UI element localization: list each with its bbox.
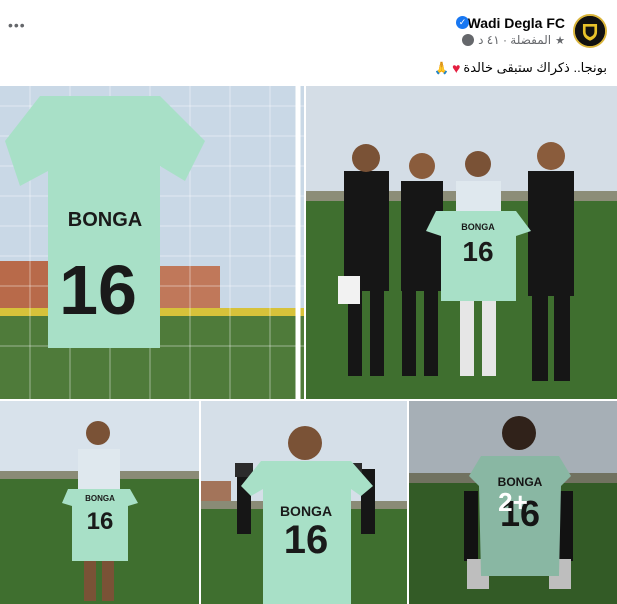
post-photo-1[interactable]: BONGA 16 [0, 86, 304, 399]
post-photo-3[interactable]: BONGA 16 [0, 401, 199, 604]
favorite-star-icon: ★ [555, 34, 565, 47]
shirt-name-3: BONGA [85, 494, 115, 503]
shirt-name-2: BONGA [461, 222, 495, 232]
post-photo-5[interactable]: BONGA 16 2+ [409, 401, 617, 604]
shirt-name-1: BONGA [68, 209, 142, 231]
shirt-number-3: 16 [87, 508, 114, 535]
more-photos-overlay[interactable]: 2+ [409, 401, 617, 604]
post-photo-4[interactable]: BONGA 16 [201, 401, 407, 604]
post-caption: بونجا.. ذكراك ستبقى خالدة ♥ 🙏 [434, 60, 607, 76]
post-timestamp[interactable]: المفضلة · ٤١ د [478, 33, 551, 47]
more-options-icon[interactable]: ••• [8, 18, 26, 32]
post-photo-2[interactable]: BONGA 16 [306, 86, 617, 399]
globe-icon [462, 34, 475, 46]
more-photos-count: 2+ [498, 487, 528, 517]
post-meta: ★ المفضلة · ٤١ د [462, 33, 565, 47]
facebook-post: ••• Wadi Degla FC ✓ ★ المفضلة · ٤١ د بون… [0, 0, 617, 604]
heart-emoji-icon: ♥ [452, 60, 461, 76]
verified-badge-icon: ✓ [456, 16, 469, 29]
shirt-name-4: BONGA [280, 503, 332, 519]
praying-hands-emoji-icon: 🙏 [434, 61, 450, 75]
shirt-number-4: 16 [284, 518, 329, 562]
shirt-number-1: 16 [59, 251, 137, 329]
caption-text: بونجا.. ذكراك ستبقى خالدة [463, 60, 607, 75]
shirt-number-2: 16 [462, 236, 493, 267]
post-header: ••• Wadi Degla FC ✓ ★ المفضلة · ٤١ د [0, 0, 617, 56]
page-name[interactable]: Wadi Degla FC [468, 15, 566, 31]
avatar[interactable] [573, 14, 607, 48]
